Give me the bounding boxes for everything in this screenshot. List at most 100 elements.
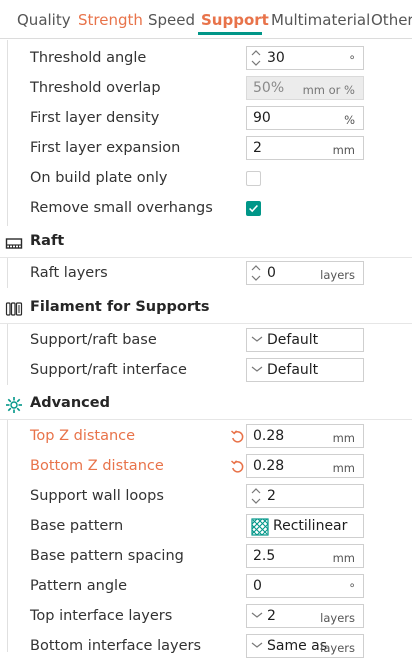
setting-label: Raft layers: [30, 265, 108, 281]
setting-pattern-angle: Pattern angle 0 °: [0, 572, 412, 602]
bottom-interface-layers-select[interactable]: Same as layers: [246, 634, 364, 658]
field-value: 50%: [253, 80, 285, 96]
section-advanced: Advanced: [0, 390, 412, 420]
setting-label: Threshold overlap: [30, 80, 161, 96]
filament-icon: [5, 302, 23, 316]
rectilinear-pattern-icon: [251, 518, 269, 536]
setting-threshold-overlap: Threshold overlap 50% mm or %: [0, 74, 412, 104]
setting-label: Top interface layers: [30, 608, 173, 624]
setting-top-interface-layers: Top interface layers 2 layers: [0, 602, 412, 632]
field-unit: mm: [332, 431, 355, 445]
on-build-plate-only-checkbox[interactable]: [246, 171, 261, 186]
raft-icon: [5, 238, 23, 249]
setting-label: First layer expansion: [30, 140, 181, 156]
threshold-overlap-input[interactable]: 50% mm or %: [246, 76, 364, 100]
field-unit: layers: [320, 268, 355, 282]
setting-label: Support/raft base: [30, 332, 157, 348]
setting-label: Bottom Z distance: [30, 458, 164, 474]
setting-support-raft-base: Support/raft base Default: [0, 326, 412, 356]
setting-bottom-interface-layers: Bottom interface layers Same as layers: [0, 632, 412, 662]
setting-label: On build plate only: [30, 170, 168, 186]
tab-quality[interactable]: Quality: [17, 11, 71, 29]
setting-raft-layers: Raft layers 0 layers: [0, 259, 412, 289]
setting-base-pattern-spacing: Base pattern spacing 2.5 mm: [0, 542, 412, 572]
setting-support-wall-loops: Support wall loops 2: [0, 482, 412, 512]
field-value: 0: [267, 265, 276, 281]
setting-base-pattern: Base pattern Rectilinear: [0, 512, 412, 542]
tab-others[interactable]: Others: [371, 11, 412, 29]
field-value: 2.5: [253, 548, 276, 564]
setting-label: Support wall loops: [30, 488, 164, 504]
setting-label: Support/raft interface: [30, 362, 187, 378]
reset-undo-icon[interactable]: [230, 429, 245, 444]
setting-remove-small-overhangs: Remove small overhangs: [0, 194, 412, 224]
settings-tab-bar: Quality Strength Speed Support Multimate…: [0, 0, 412, 39]
field-unit: °: [349, 53, 355, 67]
setting-top-z-distance: Top Z distance 0.28 mm: [0, 422, 412, 452]
field-value: 0.28: [253, 458, 285, 474]
tab-multimaterial[interactable]: Multimaterial: [271, 11, 370, 29]
section-filament-for-supports: Filament for Supports: [0, 294, 412, 324]
field-unit: layers: [320, 611, 355, 625]
field-value: 30: [267, 50, 285, 66]
chevron-down-icon: [251, 366, 263, 372]
spin-arrows-icon[interactable]: [251, 487, 261, 505]
field-value: Default: [267, 362, 319, 378]
support-raft-base-select[interactable]: Default: [246, 328, 364, 352]
field-value: Default: [267, 332, 319, 348]
field-unit: mm or %: [302, 83, 355, 97]
setting-first-layer-density: First layer density 90 %: [0, 104, 412, 134]
active-tab-indicator: [198, 32, 262, 35]
support-wall-loops-input[interactable]: 2: [246, 484, 364, 508]
setting-first-layer-expansion: First layer expansion 2 mm: [0, 134, 412, 164]
section-title: Filament for Supports: [30, 299, 210, 315]
field-value: 0: [253, 578, 262, 594]
setting-on-build-plate-only: On build plate only: [0, 164, 412, 194]
section-divider: [0, 257, 412, 258]
chevron-down-icon: [251, 336, 263, 342]
top-z-distance-input[interactable]: 0.28 mm: [246, 424, 364, 448]
section-divider: [0, 323, 412, 324]
checkmark-icon: [249, 204, 258, 213]
tab-speed[interactable]: Speed: [148, 11, 195, 29]
setting-label: First layer density: [30, 110, 160, 126]
base-pattern-select[interactable]: Rectilinear: [246, 514, 364, 538]
setting-label: Pattern angle: [30, 578, 128, 594]
field-value: 0.28: [253, 428, 285, 444]
field-value: 90: [253, 110, 271, 126]
chevron-down-icon: [251, 642, 263, 648]
raft-layers-input[interactable]: 0 layers: [246, 261, 364, 285]
pattern-angle-input[interactable]: 0 °: [246, 574, 364, 598]
setting-label: Base pattern spacing: [30, 548, 184, 564]
advanced-gear-icon: [6, 397, 22, 413]
remove-small-overhangs-checkbox[interactable]: [246, 201, 261, 216]
setting-label: Remove small overhangs: [30, 200, 213, 216]
setting-label: Top Z distance: [30, 428, 136, 444]
field-value: 2: [267, 608, 276, 624]
threshold-angle-input[interactable]: 30 °: [246, 46, 364, 70]
bottom-z-distance-input[interactable]: 0.28 mm: [246, 454, 364, 478]
spin-arrows-icon[interactable]: [251, 49, 261, 67]
field-value: 2: [267, 488, 276, 504]
field-unit: mm: [332, 551, 355, 565]
base-pattern-spacing-input[interactable]: 2.5 mm: [246, 544, 364, 568]
setting-support-raft-interface: Support/raft interface Default: [0, 356, 412, 386]
first-layer-density-input[interactable]: 90 %: [246, 106, 364, 130]
tab-strength[interactable]: Strength: [78, 11, 143, 29]
reset-undo-icon[interactable]: [230, 459, 245, 474]
section-raft: Raft: [0, 228, 412, 258]
chevron-down-icon: [251, 612, 263, 618]
section-divider: [0, 419, 412, 420]
field-value: Rectilinear: [273, 518, 348, 534]
setting-label: Base pattern: [30, 518, 124, 534]
support-raft-interface-select[interactable]: Default: [246, 358, 364, 382]
first-layer-expansion-input[interactable]: 2 mm: [246, 136, 364, 160]
field-value: 2: [253, 140, 262, 156]
setting-threshold-angle: Threshold angle 30 °: [0, 44, 412, 74]
tab-support[interactable]: Support: [201, 11, 269, 29]
setting-label: Threshold angle: [30, 50, 147, 66]
section-title: Advanced: [30, 395, 110, 411]
section-title: Raft: [30, 233, 65, 249]
top-interface-layers-select[interactable]: 2 layers: [246, 604, 364, 628]
spin-arrows-icon[interactable]: [251, 264, 261, 282]
